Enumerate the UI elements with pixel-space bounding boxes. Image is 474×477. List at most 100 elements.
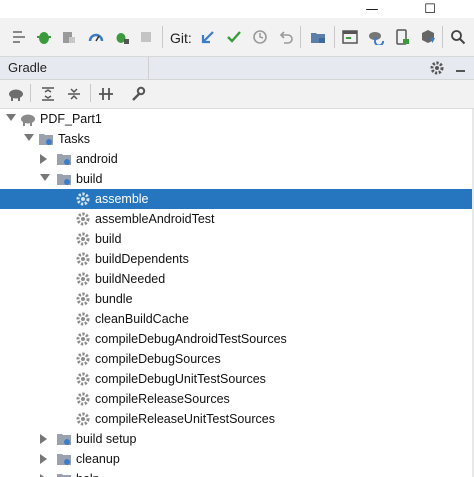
tree-task-label: assemble — [95, 192, 149, 206]
tree-task-row[interactable]: assembleAndroidTest — [0, 209, 474, 229]
tree-task-row[interactable]: build — [0, 229, 474, 249]
tree-task-row[interactable]: bundle — [0, 289, 474, 309]
tree-task-row[interactable]: compileDebugSources — [0, 349, 474, 369]
toolbar-divider — [90, 84, 91, 102]
hide-panel-icon[interactable] — [454, 60, 468, 76]
toolbar-divider — [162, 26, 163, 48]
gradle-elephant-icon — [20, 111, 36, 127]
gradle-tree: PDF_Part1 Tasks android build assemble a… — [0, 109, 474, 477]
tree-task-row[interactable]: compileDebugAndroidTestSources — [0, 329, 474, 349]
toolbar-divider — [442, 26, 443, 48]
panel-title: Gradle — [8, 60, 48, 75]
gear-icon — [75, 311, 91, 327]
task-group-folder-icon — [56, 151, 72, 167]
task-group-folder-icon — [56, 431, 72, 447]
tree-task-row[interactable]: buildDependents — [0, 249, 474, 269]
tree-group-row[interactable]: help — [0, 469, 474, 477]
task-group-folder-icon — [56, 471, 72, 477]
avd-manager-icon[interactable] — [392, 27, 412, 47]
tree-task-row[interactable]: compileReleaseUnitTestSources — [0, 409, 474, 429]
gradle-toolbar — [0, 80, 474, 109]
git-history-icon[interactable] — [250, 27, 270, 47]
tree-group-label: cleanup — [76, 452, 120, 466]
sdk-manager-icon[interactable] — [418, 27, 438, 47]
tree-group-row[interactable]: build setup — [0, 429, 474, 449]
header-divider — [148, 57, 149, 79]
tree-task-label: compileDebugUnitTestSources — [95, 372, 266, 386]
tree-project-label: PDF_Part1 — [40, 112, 102, 126]
expand-arrow-icon[interactable] — [6, 114, 16, 121]
collapse-arrow-icon[interactable] — [40, 454, 47, 464]
toolbar-divider — [300, 26, 301, 48]
tree-group-label: help — [76, 472, 100, 477]
gradle-elephant-icon[interactable] — [6, 84, 26, 104]
git-update-icon[interactable] — [198, 27, 218, 47]
project-structure-icon[interactable] — [308, 27, 328, 47]
gear-icon — [75, 391, 91, 407]
expand-arrow-icon[interactable] — [24, 134, 34, 141]
tree-group-row[interactable]: cleanup — [0, 449, 474, 469]
maximize-button[interactable]: ☐ — [410, 0, 450, 18]
tree-task-row[interactable]: cleanBuildCache — [0, 309, 474, 329]
tree-task-label: cleanBuildCache — [95, 312, 189, 326]
window-titlebar: — ☐ — [0, 0, 474, 18]
toolbar-divider — [334, 26, 335, 48]
expand-all-icon[interactable] — [38, 84, 58, 104]
tree-tasks-label: Tasks — [58, 132, 90, 146]
gear-icon — [75, 231, 91, 247]
git-rollback-icon[interactable] — [276, 27, 296, 47]
task-group-folder-icon — [56, 171, 72, 187]
git-commit-icon[interactable] — [224, 27, 244, 47]
build-make-icon[interactable] — [10, 27, 30, 47]
tree-task-label: build — [95, 232, 122, 246]
apply-changes-icon[interactable] — [112, 27, 132, 47]
tree-task-label: compileReleaseSources — [95, 392, 230, 406]
tree-task-label: bundle — [95, 292, 133, 306]
task-group-folder-icon — [56, 451, 72, 467]
tree-group-label: build — [76, 172, 103, 186]
collapse-arrow-icon[interactable] — [40, 154, 47, 164]
gear-icon — [75, 291, 91, 307]
gear-icon — [75, 211, 91, 227]
toolbar-divider — [30, 84, 31, 102]
tree-tasks-row[interactable]: Tasks — [0, 129, 474, 149]
tree-task-label: compileDebugSources — [95, 352, 221, 366]
gear-icon — [75, 371, 91, 387]
tree-task-label: compileReleaseUnitTestSources — [95, 412, 275, 426]
tree-task-row[interactable]: buildNeeded — [0, 269, 474, 289]
gradle-panel-header: Gradle — [0, 57, 474, 80]
gear-icon — [75, 191, 91, 207]
collapse-all-icon[interactable] — [64, 84, 84, 104]
gear-icon — [75, 331, 91, 347]
search-icon[interactable] — [448, 27, 468, 47]
gear-icon — [75, 411, 91, 427]
tree-task-label: buildNeeded — [95, 272, 166, 286]
main-toolbar: Git: — [0, 18, 474, 57]
gear-icon — [75, 351, 91, 367]
tree-project-row[interactable]: PDF_Part1 — [0, 109, 474, 129]
gear-icon[interactable] — [429, 60, 445, 76]
tree-task-row[interactable]: compileDebugUnitTestSources — [0, 369, 474, 389]
tree-task-label: compileDebugAndroidTestSources — [95, 332, 287, 346]
collapse-arrow-icon[interactable] — [40, 434, 47, 444]
terminal-window-icon[interactable] — [340, 27, 360, 47]
tree-group-label: android — [76, 152, 118, 166]
tree-group-row[interactable]: android — [0, 149, 474, 169]
stop-icon[interactable] — [136, 27, 156, 47]
tree-group-label: build setup — [76, 432, 137, 446]
debug-bug-icon[interactable] — [34, 27, 54, 47]
tasks-folder-icon — [38, 131, 54, 147]
minimize-button[interactable]: — — [352, 0, 392, 18]
tree-task-row[interactable]: compileReleaseSources — [0, 389, 474, 409]
tree-task-label: buildDependents — [95, 252, 189, 266]
toggle-offline-mode-icon[interactable] — [96, 84, 116, 104]
tree-task-label: assembleAndroidTest — [95, 212, 215, 226]
expand-arrow-icon[interactable] — [40, 174, 50, 181]
tree-task-row-selected[interactable]: assemble — [0, 189, 474, 209]
wrench-icon[interactable] — [128, 84, 148, 104]
gear-icon — [75, 271, 91, 287]
attach-debugger-icon[interactable] — [58, 27, 78, 47]
tree-group-row[interactable]: build — [0, 169, 474, 189]
sync-gradle-icon[interactable] — [366, 27, 386, 47]
profile-icon[interactable] — [86, 27, 106, 47]
